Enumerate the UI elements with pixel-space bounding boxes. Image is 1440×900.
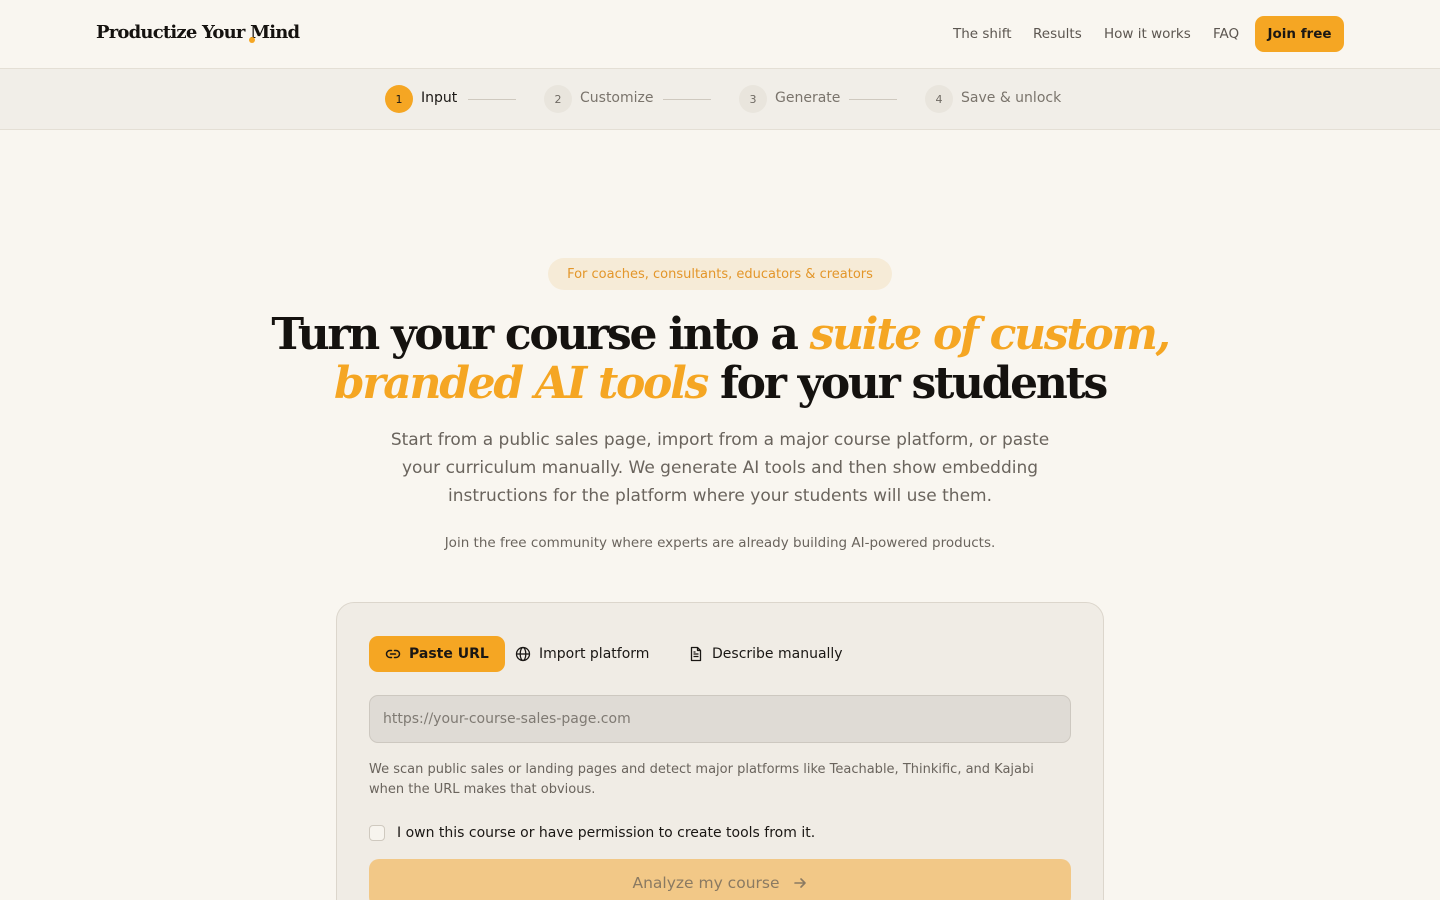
globe-icon — [515, 646, 531, 662]
progress-stepper: 1 Input 2 Customize 3 Generate 4 Save & … — [0, 69, 1440, 130]
analyze-button-label: Analyze my course — [632, 874, 780, 892]
step-connector — [663, 99, 711, 100]
step-2-label[interactable]: Customize — [580, 90, 654, 106]
arrow-right-icon — [793, 878, 806, 888]
brand-logo[interactable]: Productize Your Mind — [96, 22, 300, 43]
nav-link-results[interactable]: Results — [1033, 26, 1082, 42]
permission-checkbox[interactable] — [369, 825, 385, 841]
tab-label: Paste URL — [409, 646, 489, 662]
step-1-label[interactable]: Input — [421, 90, 457, 106]
join-free-button[interactable]: Join free — [1255, 16, 1344, 52]
step-4-number[interactable]: 4 — [925, 85, 953, 113]
tab-paste-url[interactable]: Paste URL — [369, 636, 505, 672]
tab-label: Describe manually — [712, 646, 843, 662]
course-url-input[interactable] — [369, 695, 1071, 743]
document-icon — [690, 646, 702, 662]
headline-part-1: Turn your course into a — [271, 309, 810, 360]
step-connector — [849, 99, 897, 100]
headline-accent-2: branded AI tools — [333, 358, 709, 409]
tab-import-platform[interactable]: Import platform — [499, 636, 665, 672]
permission-label: I own this course or have permission to … — [397, 825, 816, 841]
permission-row[interactable]: I own this course or have permission to … — [369, 825, 815, 841]
step-4-label[interactable]: Save & unlock — [961, 90, 1061, 106]
analyze-course-button[interactable]: Analyze my course — [369, 859, 1071, 900]
community-note: Join the free community where experts ar… — [444, 535, 996, 551]
step-3-label[interactable]: Generate — [775, 90, 840, 106]
headline-part-2: for your students — [707, 358, 1108, 409]
logo-dot — [249, 37, 255, 43]
url-helper-text: We scan public sales or landing pages an… — [369, 762, 1034, 797]
step-connector — [468, 99, 516, 100]
step-3-number[interactable]: 3 — [739, 85, 767, 113]
nav-link-how-it-works[interactable]: How it works — [1104, 26, 1191, 42]
nav-link-the-shift[interactable]: The shift — [953, 26, 1012, 42]
tab-label: Import platform — [539, 646, 650, 662]
step-2-number[interactable]: 2 — [544, 85, 572, 113]
site-header: Productize Your Mind The shift Results H… — [0, 0, 1440, 69]
step-1-number[interactable]: 1 — [385, 85, 413, 113]
tab-describe-manually[interactable]: Describe manually — [672, 636, 859, 672]
hero-subheading: Start from a public sales page, import f… — [390, 430, 1050, 506]
nav-link-faq[interactable]: FAQ — [1213, 26, 1239, 42]
headline-accent-1: suite of custom, — [809, 309, 1171, 360]
course-input-card: Paste URL Import platform Describe manua… — [336, 602, 1104, 900]
link-icon — [385, 649, 401, 659]
page-title: Turn your course into a suite of custom,… — [0, 310, 1440, 408]
audience-badge: For coaches, consultants, educators & cr… — [548, 258, 892, 290]
